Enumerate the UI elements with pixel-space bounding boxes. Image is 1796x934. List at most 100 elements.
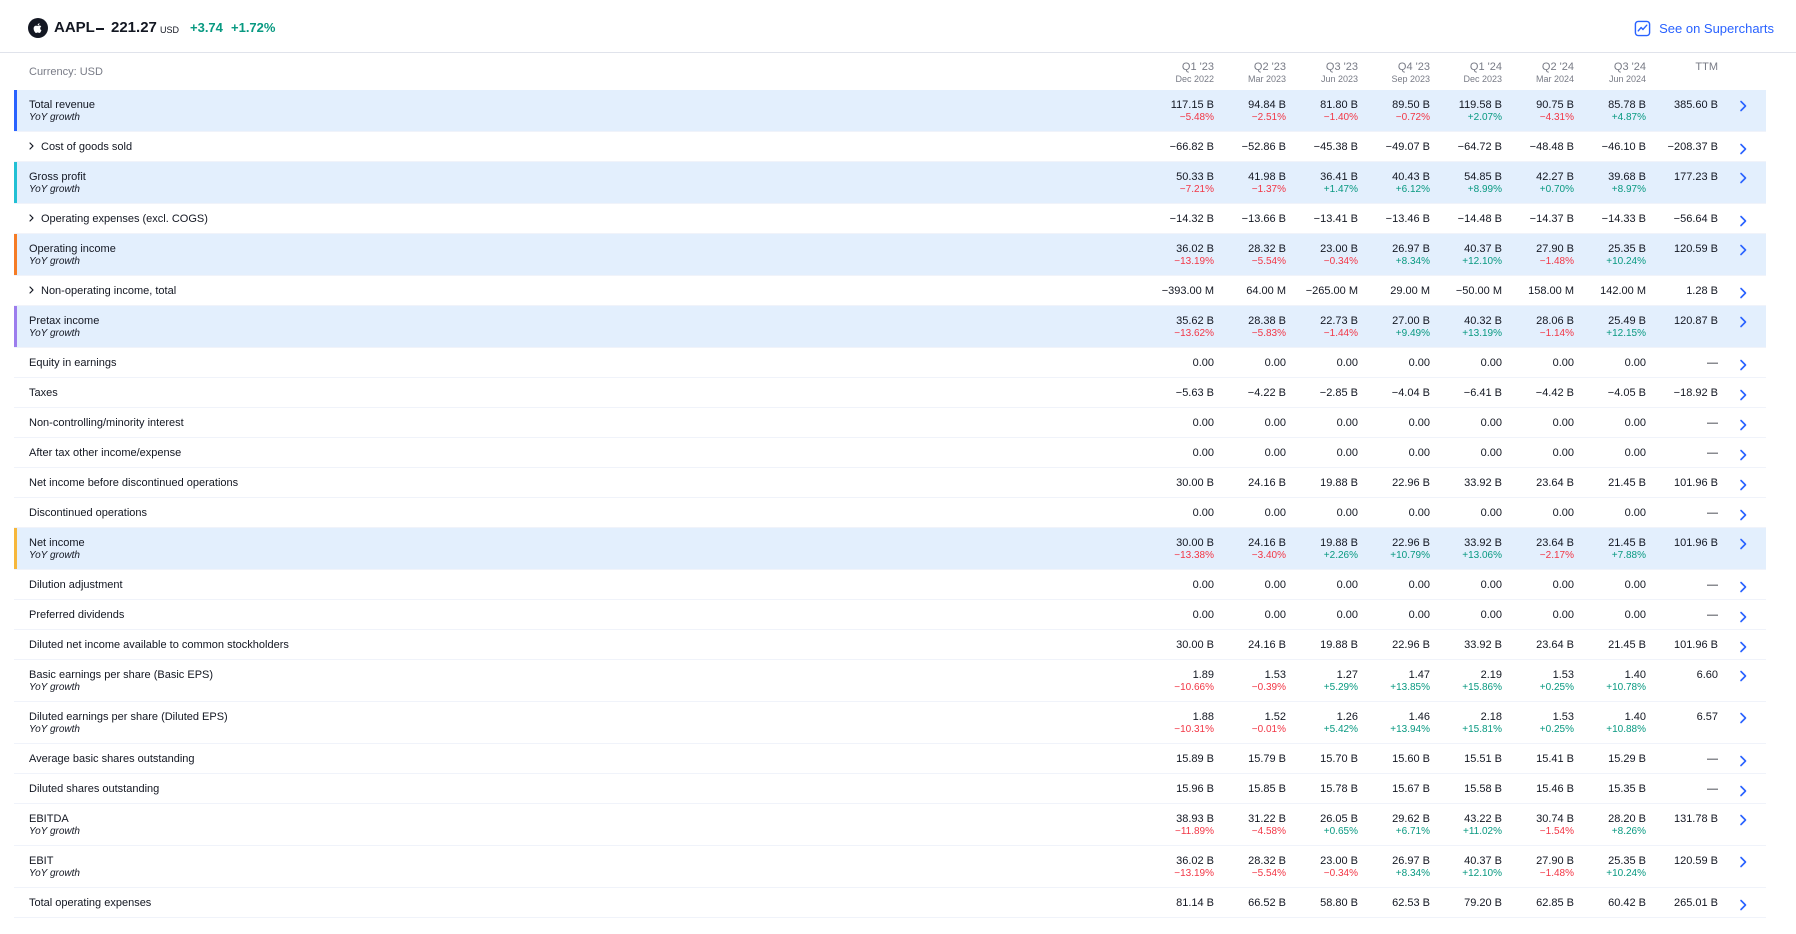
table-row[interactable]: Operating expenses (excl. COGS) −14.32 B −… xyxy=(14,204,1766,234)
table-row[interactable]: Average basic shares outstanding 15.89 B 1… xyxy=(14,744,1766,774)
cell-value: 119.58 B xyxy=(1458,99,1502,111)
cell-value: −66.82 B xyxy=(1169,141,1214,153)
cell-value: 120.59 B xyxy=(1673,855,1718,867)
table-row[interactable]: Cost of goods sold −66.82 B −52.86 B −45.38… xyxy=(14,132,1766,162)
cell-value: 19.88 B xyxy=(1320,639,1358,651)
row-chevron-right-icon[interactable] xyxy=(1736,855,1750,869)
table-row[interactable]: After tax other income/expense 0.00 0.00 0.… xyxy=(14,438,1766,468)
table-row[interactable]: Non-controlling/minority interest 0.00 0.0… xyxy=(14,408,1766,438)
cell-yoy-growth: +0.70% xyxy=(1539,184,1574,195)
table-row[interactable]: Total operating expenses 81.14 B 66.52 B 58… xyxy=(14,888,1766,918)
row-label[interactable]: Non-operating income, total xyxy=(28,285,176,298)
row-chevron-right-icon[interactable] xyxy=(1736,388,1750,402)
row-chevron-right-icon[interactable] xyxy=(1736,358,1750,372)
row-chevron-right-icon[interactable] xyxy=(1736,711,1750,725)
cell-value: 0.00 xyxy=(1408,447,1430,459)
row-chevron-right-icon[interactable] xyxy=(1736,418,1750,432)
cell-value: 28.38 B xyxy=(1248,315,1286,327)
cell-value: 21.45 B xyxy=(1608,537,1646,549)
cell-value: −50.00 M xyxy=(1455,285,1502,297)
table-row[interactable]: Net income before discontinued operation… xyxy=(14,468,1766,498)
row-chevron-right-icon[interactable] xyxy=(1736,610,1750,624)
row-chevron-right-icon[interactable] xyxy=(1736,99,1750,113)
row-chevron-right-icon[interactable] xyxy=(1736,315,1750,329)
row-sublabel: YoY growth xyxy=(29,256,80,267)
row-chevron-right-icon[interactable] xyxy=(1736,243,1750,257)
table-row[interactable]: Equity in earnings 0.00 0.00 0.00 0.00 0.00 0.… xyxy=(14,348,1766,378)
row-chevron-right-icon[interactable] xyxy=(1736,813,1750,827)
table-row[interactable]: Diluted earnings per share (Diluted EPS)… xyxy=(14,702,1766,744)
row-label[interactable]: Operating expenses (excl. COGS) xyxy=(28,213,208,226)
row-chevron-right-icon[interactable] xyxy=(1736,478,1750,492)
cell-value: 90.75 B xyxy=(1536,99,1574,111)
table-row[interactable]: Total revenue YoY growth 117.15 B 94.84 B 81… xyxy=(14,90,1766,132)
row-chevron-right-icon[interactable] xyxy=(1736,214,1750,228)
row-chevron-right-icon[interactable] xyxy=(1736,508,1750,522)
cell-yoy-growth: −4.58% xyxy=(1251,826,1286,837)
row-color-marker xyxy=(14,162,17,203)
cell-value: 15.29 B xyxy=(1608,753,1646,765)
expand-chevron-icon[interactable] xyxy=(28,213,35,226)
row-chevron-right-icon[interactable] xyxy=(1736,784,1750,798)
table-row[interactable]: Non-operating income, total −393.00 M 64.0… xyxy=(14,276,1766,306)
column-quarter: Q1 '24 xyxy=(1469,61,1502,73)
table-row[interactable]: Dilution adjustment 0.00 0.00 0.00 0.00 0.00 0… xyxy=(14,570,1766,600)
cell-value: 19.88 B xyxy=(1320,537,1358,549)
table-row[interactable]: Operating income YoY growth 36.02 B 28.32 B… xyxy=(14,234,1766,276)
see-on-supercharts-button[interactable]: See on Supercharts xyxy=(1634,18,1774,38)
table-row[interactable]: Gross profit YoY growth 50.33 B 41.98 B 36.4… xyxy=(14,162,1766,204)
price-currency: USD xyxy=(160,25,180,35)
table-row[interactable]: Taxes −5.63 B −4.22 B −2.85 B −4.04 B −6.41 B… xyxy=(14,378,1766,408)
cell-value: −4.04 B xyxy=(1391,387,1430,399)
row-label-text: Operating expenses (excl. COGS) xyxy=(41,213,208,225)
cell-value: 19.88 B xyxy=(1320,477,1358,489)
table-row[interactable]: Preferred dividends 0.00 0.00 0.00 0.00 0.00 0… xyxy=(14,600,1766,630)
table-row[interactable]: EBIT YoY growth 36.02 B 28.32 B 23.00 B 26.97… xyxy=(14,846,1766,888)
cell-yoy-growth: +8.26% xyxy=(1611,826,1646,837)
cell-yoy-growth: +12.10% xyxy=(1462,256,1502,267)
table-row[interactable]: EBITDA YoY growth 38.93 B 31.22 B 26.05 B 29.… xyxy=(14,804,1766,846)
row-chevron-right-icon[interactable] xyxy=(1736,286,1750,300)
row-chevron-right-icon[interactable] xyxy=(1736,580,1750,594)
cell-value: 30.74 B xyxy=(1536,813,1574,825)
row-chevron-right-icon[interactable] xyxy=(1736,537,1750,551)
chart-icon xyxy=(1634,20,1651,36)
cell-yoy-growth: −1.40% xyxy=(1323,112,1358,123)
expand-chevron-icon[interactable] xyxy=(28,141,35,154)
row-chevron-right-icon[interactable] xyxy=(1736,754,1750,768)
cell-value: 0.00 xyxy=(1408,507,1430,519)
cell-value: 30.00 B xyxy=(1176,537,1214,549)
cell-yoy-growth: −13.19% xyxy=(1174,256,1214,267)
cell-value: 23.64 B xyxy=(1536,537,1574,549)
table-row[interactable]: Basic earnings per share (Basic EPS) YoY … xyxy=(14,660,1766,702)
row-sublabel: YoY growth xyxy=(29,328,80,339)
row-chevron-right-icon[interactable] xyxy=(1736,669,1750,683)
ticker-symbol[interactable]: AAPL xyxy=(54,18,95,38)
row-label[interactable]: Cost of goods sold xyxy=(28,141,132,154)
table-row[interactable]: Discontinued operations 0.00 0.00 0.00 0.00 0… xyxy=(14,498,1766,528)
row-chevron-right-icon[interactable] xyxy=(1736,898,1750,912)
row-chevron-right-icon[interactable] xyxy=(1736,171,1750,185)
cell-yoy-growth: +4.87% xyxy=(1611,112,1646,123)
cell-value: −14.37 B xyxy=(1529,213,1574,225)
row-chevron-right-icon[interactable] xyxy=(1736,640,1750,654)
table-row[interactable]: Net income YoY growth 30.00 B 24.16 B 19.88 … xyxy=(14,528,1766,570)
cell-value: 265.01 B xyxy=(1673,897,1718,909)
table-row[interactable]: Pretax income YoY growth 35.62 B 28.38 B 22.… xyxy=(14,306,1766,348)
row-chevron-right-icon[interactable] xyxy=(1736,142,1750,156)
cell-yoy-growth: +2.07% xyxy=(1467,112,1502,123)
see-on-supercharts-label: See on Supercharts xyxy=(1659,20,1774,36)
cell-value: 30.00 B xyxy=(1176,477,1214,489)
cell-value: 15.89 B xyxy=(1176,753,1214,765)
column-date: Mar 2023 xyxy=(1247,74,1286,84)
cell-value: 0.00 xyxy=(1408,357,1430,369)
cell-value: 0.00 xyxy=(1264,417,1286,429)
table-row[interactable]: Diluted shares outstanding 15.96 B 15.85 B… xyxy=(14,774,1766,804)
cell-value: 0.00 xyxy=(1552,357,1574,369)
cell-value: 0.00 xyxy=(1408,579,1430,591)
row-chevron-right-icon[interactable] xyxy=(1736,448,1750,462)
cell-value: 25.35 B xyxy=(1608,243,1646,255)
table-row[interactable]: Diluted net income available to common s… xyxy=(14,630,1766,660)
column-header: Q3 '24 Jun 2024 xyxy=(1566,61,1646,85)
expand-chevron-icon[interactable] xyxy=(28,285,35,298)
